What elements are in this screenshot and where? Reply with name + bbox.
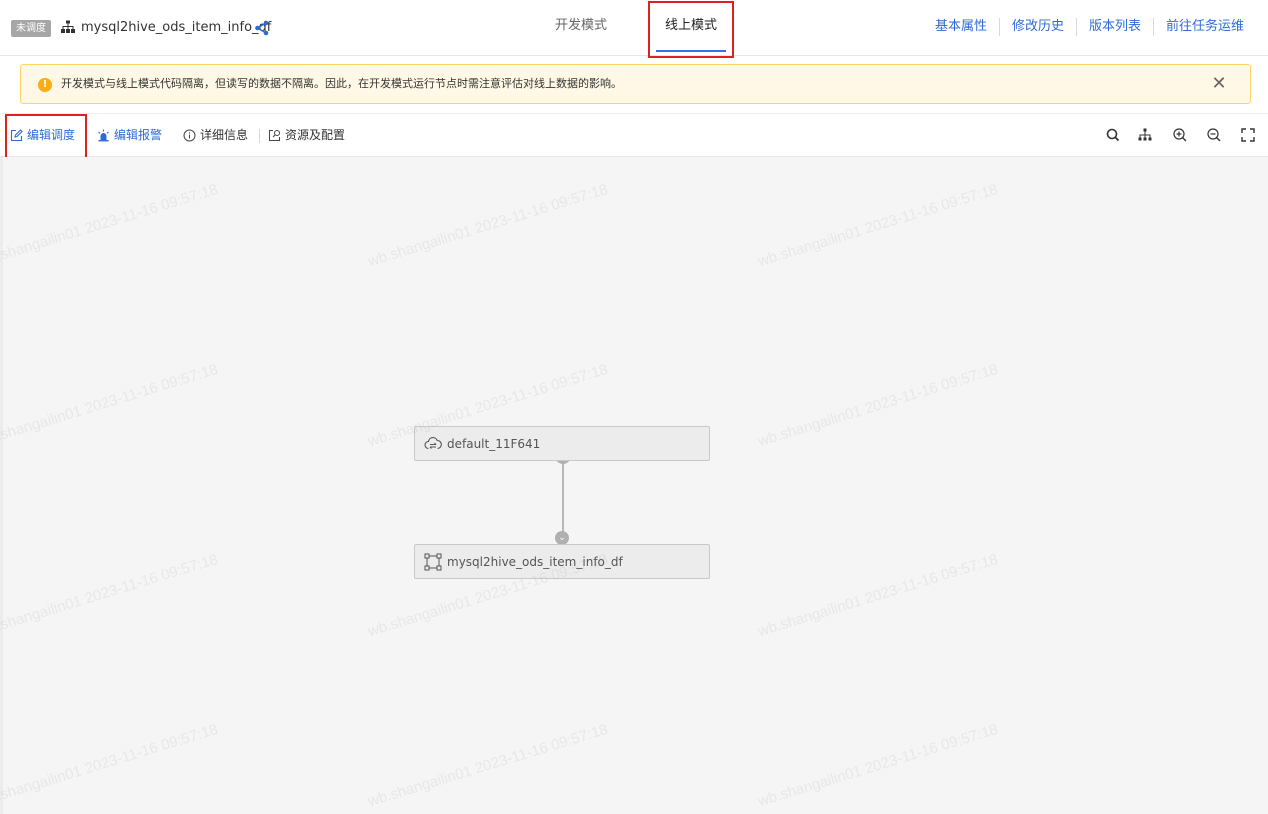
active-tab-indicator	[656, 50, 726, 52]
close-icon[interactable]: ✕	[1208, 73, 1230, 95]
header-links: 基本属性 修改历史 版本列表 前往任务运维	[923, 18, 1244, 36]
dag-node-upstream[interactable]: default_11F641	[414, 426, 710, 461]
alarm-icon	[98, 129, 109, 141]
dag-canvas[interactable]: ⌄ default_11F641 mysql2hive_ods_item_inf…	[0, 157, 1268, 814]
edit-icon	[10, 128, 23, 141]
link-modify-history[interactable]: 修改历史	[998, 18, 1076, 36]
watermark: wb.shangailin01 2023-11-16 09:57:18	[755, 550, 1000, 641]
warning-icon: !	[38, 78, 52, 92]
toolbar-divider	[259, 129, 260, 143]
edit-alarm-label: 编辑报警	[114, 128, 163, 142]
layout-tree-icon[interactable]	[1137, 127, 1153, 143]
top-bar: 未调度 mysql2hive_ods_item_info_df 开发模式 线上模…	[0, 0, 1268, 56]
watermark: wb.shangailin01 2023-11-16 09:57:18	[0, 720, 220, 811]
tab-online-mode-label: 线上模式	[664, 18, 717, 33]
alert-message: 开发模式与线上模式代码隔离，但读写的数据不隔离。因此，在开发模式运行节点时需注意…	[61, 77, 622, 90]
graph-toolbar: 编辑调度 编辑报警 详细信息 资源及配置	[0, 113, 1268, 157]
resource-config-label: 资源及配置	[285, 128, 346, 142]
zoom-out-icon[interactable]	[1206, 127, 1222, 143]
tab-dev-mode[interactable]: 开发模式	[548, 0, 614, 56]
watermark: wb.shangailin01 2023-11-16 09:57:18	[365, 720, 610, 811]
dag-node-current-label: mysql2hive_ods_item_info_df	[447, 554, 623, 569]
dag-node-upstream-label: default_11F641	[447, 436, 541, 451]
detail-info-button[interactable]: 详细信息	[183, 127, 248, 143]
watermark: wb.shangailin01 2023-11-16 09:57:18	[365, 180, 610, 271]
chevron-down-icon: ⌄	[555, 531, 569, 545]
watermark: wb.shangailin01 2023-11-16 09:57:18	[755, 720, 1000, 811]
resource-config-button[interactable]: 资源及配置	[268, 127, 345, 143]
tab-dev-mode-label: 开发模式	[554, 18, 607, 33]
detail-info-label: 详细信息	[200, 128, 249, 142]
watermark: wb.shangailin01 2023-11-16 09:57:18	[0, 360, 220, 451]
tab-online-mode[interactable]: 线上模式	[648, 0, 734, 56]
workflow-tree-icon	[61, 20, 75, 33]
watermark: wb.shangailin01 2023-11-16 09:57:18	[0, 550, 220, 641]
link-basic-properties[interactable]: 基本属性	[923, 18, 999, 36]
sync-node-icon	[424, 553, 442, 570]
watermark: wb.shangailin01 2023-11-16 09:57:18	[755, 360, 1000, 451]
zoom-in-icon[interactable]	[1172, 127, 1188, 143]
edit-schedule-label: 编辑调度	[27, 128, 76, 142]
resource-icon	[269, 129, 280, 141]
share-icon[interactable]	[254, 20, 270, 36]
cloud-transfer-icon	[424, 436, 442, 449]
dag-node-current[interactable]: mysql2hive_ods_item_info_df	[414, 544, 710, 579]
warning-alert: ! 开发模式与线上模式代码隔离，但读写的数据不隔离。因此，在开发模式运行节点时需…	[20, 64, 1251, 104]
search-icon[interactable]	[1105, 127, 1121, 143]
link-go-to-task-ops[interactable]: 前往任务运维	[1152, 18, 1244, 36]
edit-alarm-button[interactable]: 编辑报警	[97, 127, 162, 143]
dependency-edge	[562, 460, 564, 538]
info-icon	[183, 129, 196, 141]
task-name: mysql2hive_ods_item_info_df	[81, 20, 272, 35]
fullscreen-icon[interactable]	[1240, 127, 1256, 143]
edit-schedule-button[interactable]: 编辑调度	[10, 127, 75, 143]
watermark: wb.shangailin01 2023-11-16 09:57:18	[755, 180, 1000, 271]
watermark: wb.shangailin01 2023-11-16 09:57:18	[0, 180, 220, 271]
status-badge: 未调度	[11, 20, 51, 37]
link-version-list[interactable]: 版本列表	[1075, 18, 1153, 36]
